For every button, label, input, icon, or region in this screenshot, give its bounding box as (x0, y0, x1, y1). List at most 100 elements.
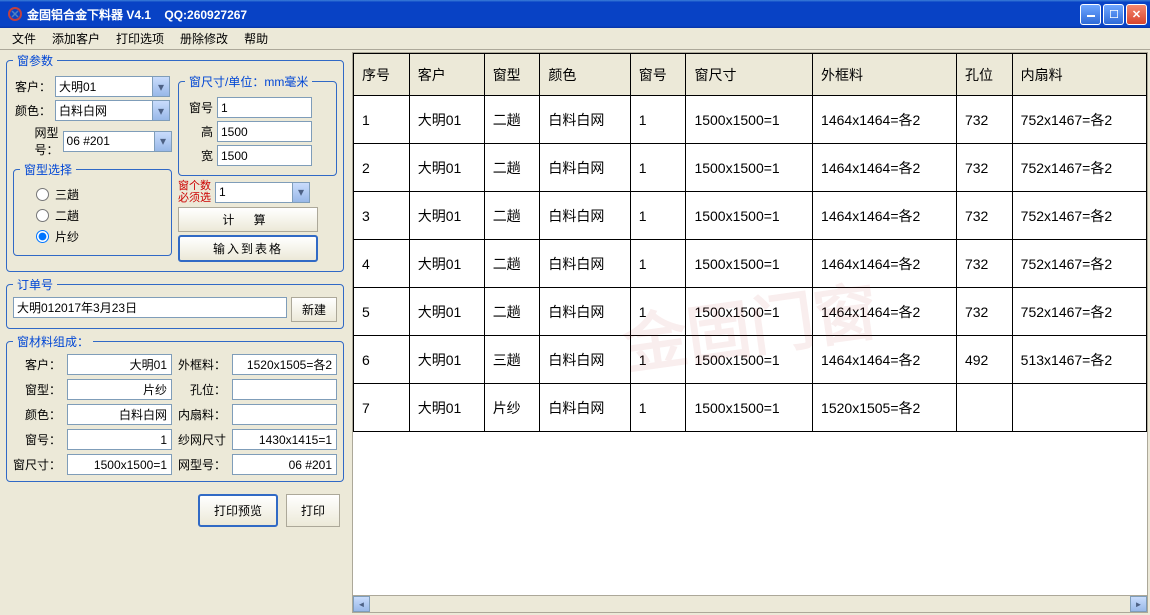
table-row[interactable]: 1大明01二趟白料白网11500x1500=11464x1464=各273275… (354, 96, 1147, 144)
m-inner-input[interactable] (232, 404, 337, 425)
table-cell: 大明01 (409, 144, 484, 192)
print-button[interactable]: 打印 (286, 494, 340, 527)
table-cell: 二趟 (484, 144, 540, 192)
height-label: 高 (185, 123, 213, 140)
table-cell: 1 (630, 240, 686, 288)
table-cell: 白料白网 (540, 192, 630, 240)
scroll-right-icon[interactable]: ► (1130, 596, 1147, 612)
width-input[interactable] (217, 145, 312, 166)
table-cell: 5 (354, 288, 410, 336)
table-row[interactable]: 4大明01二趟白料白网11500x1500=11464x1464=各273275… (354, 240, 1147, 288)
calc-button[interactable]: 计 算 (178, 207, 318, 232)
table-row[interactable]: 3大明01二趟白料白网11500x1500=11464x1464=各273275… (354, 192, 1147, 240)
table-cell: 1500x1500=1 (686, 96, 813, 144)
mesh-combo[interactable]: 06 #201▾ (63, 131, 172, 152)
table-cell: 大明01 (409, 192, 484, 240)
table-cell: 二趟 (484, 240, 540, 288)
params-legend: 窗参数 (13, 52, 57, 69)
menu-print-options[interactable]: 打印选项 (108, 28, 172, 49)
radio-input[interactable] (36, 209, 49, 222)
height-input[interactable] (217, 121, 312, 142)
table-cell: 752x1467=各2 (1012, 96, 1146, 144)
table-cell: 1 (630, 336, 686, 384)
type-group: 窗型选择 三趟二趟片纱 (13, 161, 172, 256)
table-row[interactable]: 5大明01二趟白料白网11500x1500=11464x1464=各273275… (354, 288, 1147, 336)
minimize-button[interactable] (1080, 4, 1101, 25)
table-row[interactable]: 6大明01三趟白料白网11500x1500=11464x1464=各249251… (354, 336, 1147, 384)
winno-input[interactable] (217, 97, 312, 118)
m-mesh-label: 纱网尺寸 (178, 431, 226, 448)
table-cell: 1464x1464=各2 (813, 96, 957, 144)
table-row[interactable]: 7大明01片纱白料白网11500x1500=11520x1505=各2 (354, 384, 1147, 432)
sizes-group: 窗尺寸/单位：mm毫米 窗号 高 宽 (178, 73, 337, 176)
m-winno-input[interactable] (67, 429, 172, 450)
scroll-track[interactable] (370, 596, 1130, 612)
color-combo[interactable]: 白料白网▾ (55, 100, 170, 121)
table-cell: 7 (354, 384, 410, 432)
m-size-label: 窗尺寸： (13, 456, 61, 473)
table-cell: 1 (630, 384, 686, 432)
table-cell: 1500x1500=1 (686, 192, 813, 240)
menu-help[interactable]: 帮助 (236, 28, 276, 49)
radio-option[interactable]: 二趟 (36, 205, 149, 226)
table-cell: 1 (630, 144, 686, 192)
table-cell: 732 (956, 96, 1012, 144)
table-header: 孔位 (956, 54, 1012, 96)
table-cell: 三趟 (484, 336, 540, 384)
menu-file[interactable]: 文件 (4, 28, 44, 49)
count-combo[interactable]: 1▾ (215, 182, 310, 203)
m-model-label: 网型号： (178, 456, 226, 473)
radio-input[interactable] (36, 230, 49, 243)
table-cell: 1464x1464=各2 (813, 240, 957, 288)
m-size-input[interactable] (67, 454, 172, 475)
type-legend: 窗型选择 (20, 161, 76, 178)
table-cell: 1 (630, 288, 686, 336)
scroll-left-icon[interactable]: ◄ (353, 596, 370, 612)
table-cell: 1464x1464=各2 (813, 336, 957, 384)
window-title: 金固铝合金下料器 V4.1 QQ:260927267 (27, 6, 1080, 23)
customer-label: 客户： (13, 78, 51, 95)
m-color-input[interactable] (67, 404, 172, 425)
input-to-table-button[interactable]: 输入到表格 (178, 235, 318, 262)
m-type-input[interactable] (67, 379, 172, 400)
customer-combo[interactable]: 大明01▾ (55, 76, 170, 97)
m-frame-input[interactable] (232, 354, 337, 375)
radio-option[interactable]: 片纱 (36, 226, 149, 247)
table-row[interactable]: 2大明01二趟白料白网11500x1500=11464x1464=各273275… (354, 144, 1147, 192)
table-cell: 大明01 (409, 288, 484, 336)
m-color-label: 颜色： (13, 406, 61, 423)
order-group: 订单号 新建 (6, 276, 344, 329)
m-hole-label: 孔位： (178, 381, 226, 398)
table-cell: 732 (956, 240, 1012, 288)
close-button[interactable]: ✕ (1126, 4, 1147, 25)
table-cell: 732 (956, 192, 1012, 240)
print-preview-button[interactable]: 打印预览 (198, 494, 278, 527)
chevron-down-icon: ▾ (152, 77, 169, 96)
order-input[interactable] (13, 297, 287, 318)
left-panel: 窗参数 客户： 大明01▾ 颜色： 白料白网▾ (0, 50, 350, 615)
m-inner-label: 内扇料： (178, 406, 226, 423)
m-customer-input[interactable] (67, 354, 172, 375)
chevron-down-icon: ▾ (154, 132, 171, 151)
horizontal-scrollbar[interactable]: ◄ ► (353, 595, 1147, 612)
table-cell: 1500x1500=1 (686, 384, 813, 432)
new-order-button[interactable]: 新建 (291, 297, 337, 322)
m-hole-input[interactable] (232, 379, 337, 400)
radio-option[interactable]: 三趟 (36, 184, 149, 205)
m-model-input[interactable] (232, 454, 337, 475)
menu-delete-modify[interactable]: 册除修改 (172, 28, 236, 49)
menu-add-customer[interactable]: 添加客户 (44, 28, 108, 49)
right-panel: 金固门窗 序号客户窗型颜色窗号窗尺寸外框料孔位内扇料 1大明01二趟白料白网11… (352, 52, 1148, 613)
table-header: 窗号 (630, 54, 686, 96)
table-cell: 白料白网 (540, 144, 630, 192)
m-frame-label: 外框料： (178, 356, 226, 373)
radio-input[interactable] (36, 188, 49, 201)
chevron-down-icon: ▾ (152, 101, 169, 120)
table-cell: 大明01 (409, 240, 484, 288)
maximize-button[interactable] (1103, 4, 1124, 25)
radio-label: 三趟 (55, 186, 79, 203)
table-cell: 白料白网 (540, 240, 630, 288)
order-legend: 订单号 (13, 276, 57, 293)
m-mesh-input[interactable] (232, 429, 337, 450)
table-scroll-area[interactable]: 序号客户窗型颜色窗号窗尺寸外框料孔位内扇料 1大明01二趟白料白网11500x1… (353, 53, 1147, 595)
